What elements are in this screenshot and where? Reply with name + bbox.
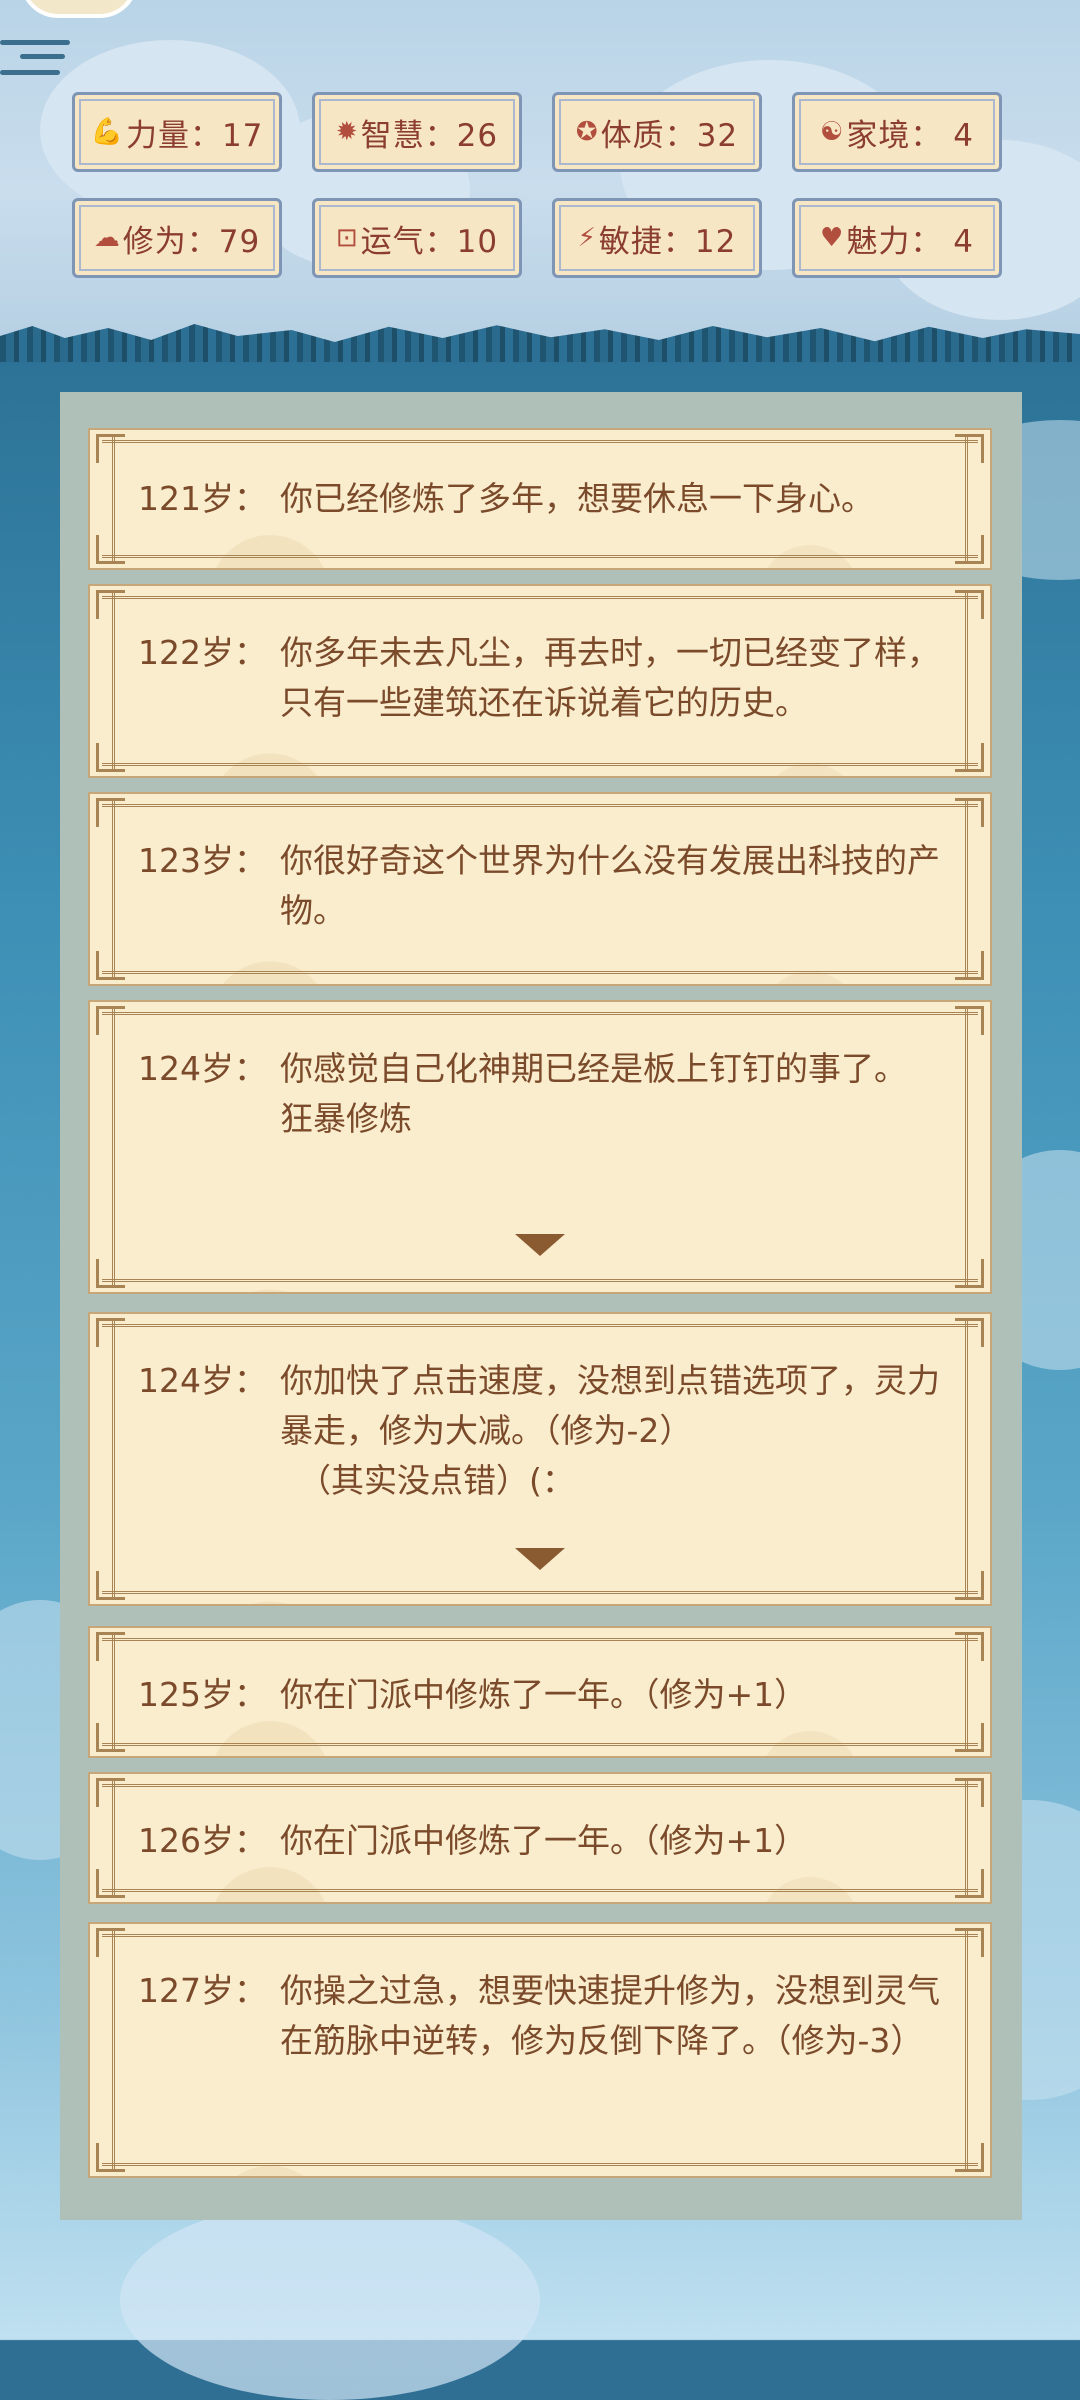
event-card[interactable]: 124岁： 你感觉自己化神期已经是板上钉钉的事了。 狂暴修炼 bbox=[88, 1000, 992, 1294]
stat-charm: ♥ 魅力： 4 bbox=[792, 198, 1002, 278]
event-card: 121岁： 你已经修炼了多年，想要休息一下身心。 bbox=[88, 428, 992, 570]
event-card: 122岁： 你多年未去凡尘，再去时，一切已经变了样，只有一些建筑还在诉说着它的历… bbox=[88, 584, 992, 778]
stat-agility: ⚡ 敏捷：12 bbox=[552, 198, 762, 278]
family-icon: ☯ bbox=[820, 117, 845, 147]
event-card: 123岁： 你很好奇这个世界为什么没有发展出科技的产物。 bbox=[88, 792, 992, 986]
stat-label: 智慧：26 bbox=[360, 117, 499, 154]
event-card: 126岁： 你在门派中修炼了一年。（修为+1） bbox=[88, 1772, 992, 1904]
event-age: 127岁： bbox=[138, 1971, 267, 2010]
event-text: 你感觉自己化神期已经是板上钉钉的事了。 bbox=[280, 1049, 907, 1088]
stat-label: 家境： 4 bbox=[846, 117, 974, 154]
charm-icon: ♥ bbox=[820, 223, 845, 253]
event-extra: 狂暴修炼 bbox=[280, 1099, 412, 1138]
event-text: 你在门派中修炼了一年。（修为+1） bbox=[280, 1675, 808, 1714]
stat-label: 运气：10 bbox=[360, 223, 499, 260]
cultivation-icon: ☁ bbox=[93, 223, 121, 253]
stat-label: 修为：79 bbox=[122, 223, 261, 260]
wisdom-icon: ✹ bbox=[335, 117, 359, 147]
stat-label: 魅力： 4 bbox=[846, 223, 974, 260]
event-card: 125岁： 你在门派中修炼了一年。（修为+1） bbox=[88, 1626, 992, 1758]
event-card[interactable]: 124岁： 你加快了点击速度，没想到点错选项了，灵力暴走，修为大减。（修为-2）… bbox=[88, 1312, 992, 1606]
event-age: 124岁： bbox=[138, 1361, 267, 1400]
stat-label: 体质：32 bbox=[600, 117, 739, 154]
stat-label: 敏捷：12 bbox=[598, 223, 737, 260]
event-age: 126岁： bbox=[138, 1821, 267, 1860]
event-age: 123岁： bbox=[138, 841, 267, 880]
event-text: 你多年未去凡尘，再去时，一切已经变了样，只有一些建筑还在诉说着它的历史。 bbox=[280, 633, 940, 722]
event-age: 121岁： bbox=[138, 479, 267, 518]
agility-icon: ⚡ bbox=[577, 223, 597, 253]
stat-luck: ⊡ 运气：10 bbox=[312, 198, 522, 278]
stat-constitution: ✪ 体质：32 bbox=[552, 92, 762, 172]
event-age: 124岁： bbox=[138, 1049, 267, 1088]
constitution-icon: ✪ bbox=[575, 117, 599, 147]
event-text: 你已经修炼了多年，想要休息一下身心。 bbox=[280, 479, 874, 518]
event-age: 122岁： bbox=[138, 633, 267, 672]
stat-wisdom: ✹ 智慧：26 bbox=[312, 92, 522, 172]
stat-label: 力量：17 bbox=[125, 117, 264, 154]
expand-arrow-icon[interactable] bbox=[515, 1548, 565, 1570]
luck-icon: ⊡ bbox=[335, 223, 359, 253]
event-age: 125岁： bbox=[138, 1675, 267, 1714]
decorative-lines bbox=[0, 40, 90, 90]
event-text: 你很好奇这个世界为什么没有发展出科技的产物。 bbox=[280, 841, 940, 930]
strength-icon: 💪 bbox=[90, 117, 124, 147]
stat-strength: 💪 力量：17 bbox=[72, 92, 282, 172]
expand-arrow-icon[interactable] bbox=[515, 1234, 565, 1256]
stat-cultivation: ☁ 修为：79 bbox=[72, 198, 282, 278]
event-card: 127岁： 你操之过急，想要快速提升修为，没想到灵气在筋脉中逆转，修为反倒下降了… bbox=[88, 1922, 992, 2178]
stat-family: ☯ 家境： 4 bbox=[792, 92, 1002, 172]
event-text: 你操之过急，想要快速提升修为，没想到灵气在筋脉中逆转，修为反倒下降了。（修为-3… bbox=[280, 1971, 940, 2060]
event-text: 你加快了点击速度，没想到点错选项了，灵力暴走，修为大减。（修为-2） bbox=[280, 1361, 940, 1450]
event-text: 你在门派中修炼了一年。（修为+1） bbox=[280, 1821, 808, 1860]
event-extra: （其实没点错）(： bbox=[298, 1461, 575, 1500]
header-sky-band bbox=[0, 0, 1080, 345]
